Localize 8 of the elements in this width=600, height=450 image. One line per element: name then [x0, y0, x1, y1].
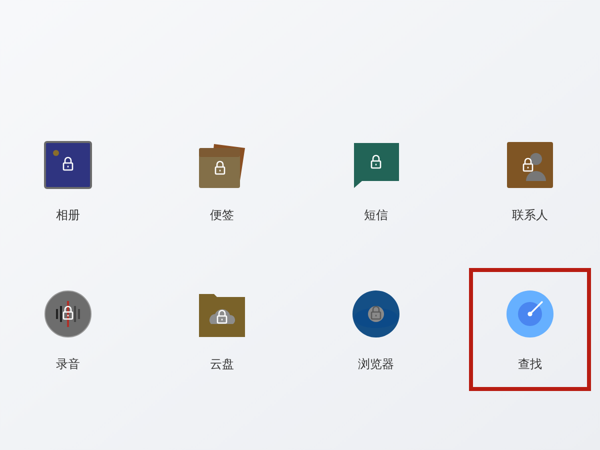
app-tile[interactable]: 便签: [161, 119, 283, 242]
app-tile[interactable]: 云盘: [161, 268, 283, 391]
app-tile[interactable]: 短信: [315, 119, 437, 242]
app-tile[interactable]: 录音: [7, 268, 129, 391]
app-tile[interactable]: 查找: [469, 268, 591, 391]
app-tile[interactable]: 联系人: [469, 119, 591, 242]
app-tile[interactable]: 相册: [7, 119, 129, 242]
app-tile[interactable]: 浏览器: [315, 268, 437, 391]
